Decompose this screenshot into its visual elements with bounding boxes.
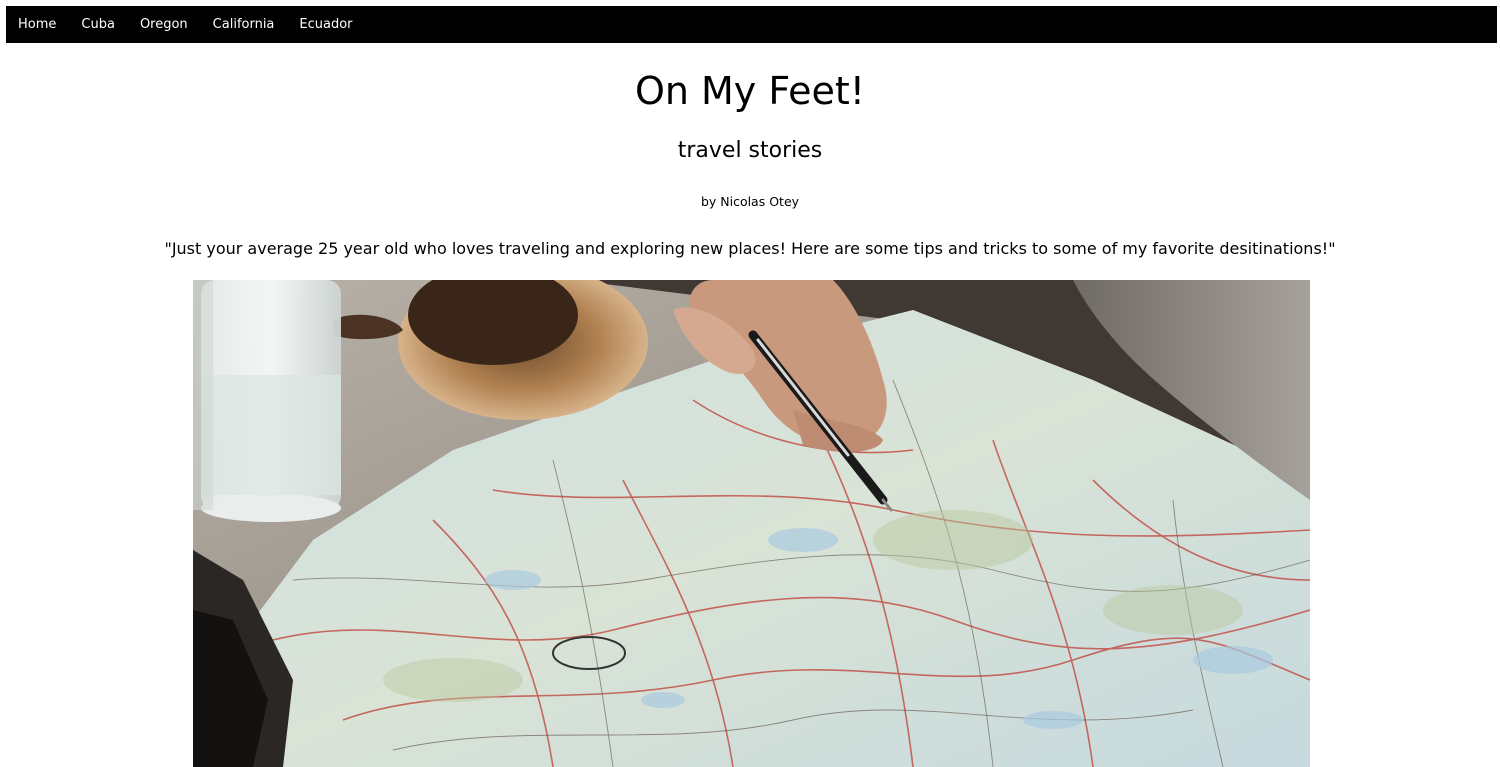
author-byline: by Nicolas Otey xyxy=(700,194,800,209)
nav-link-ecuador[interactable]: Ecuador xyxy=(299,17,352,32)
site-subtitle: travel stories xyxy=(677,138,823,163)
nav-link-oregon[interactable]: Oregon xyxy=(140,17,188,32)
top-navbar: Home Cuba Oregon California Ecuador xyxy=(6,6,1497,43)
intro-tagline: "Just your average 25 year old who loves… xyxy=(164,239,1336,258)
nav-link-home[interactable]: Home xyxy=(18,17,56,32)
hero-image xyxy=(193,280,1310,767)
site-title: On My Feet! xyxy=(634,69,866,113)
nav-link-california[interactable]: California xyxy=(213,17,275,32)
nav-link-cuba[interactable]: Cuba xyxy=(81,17,115,32)
